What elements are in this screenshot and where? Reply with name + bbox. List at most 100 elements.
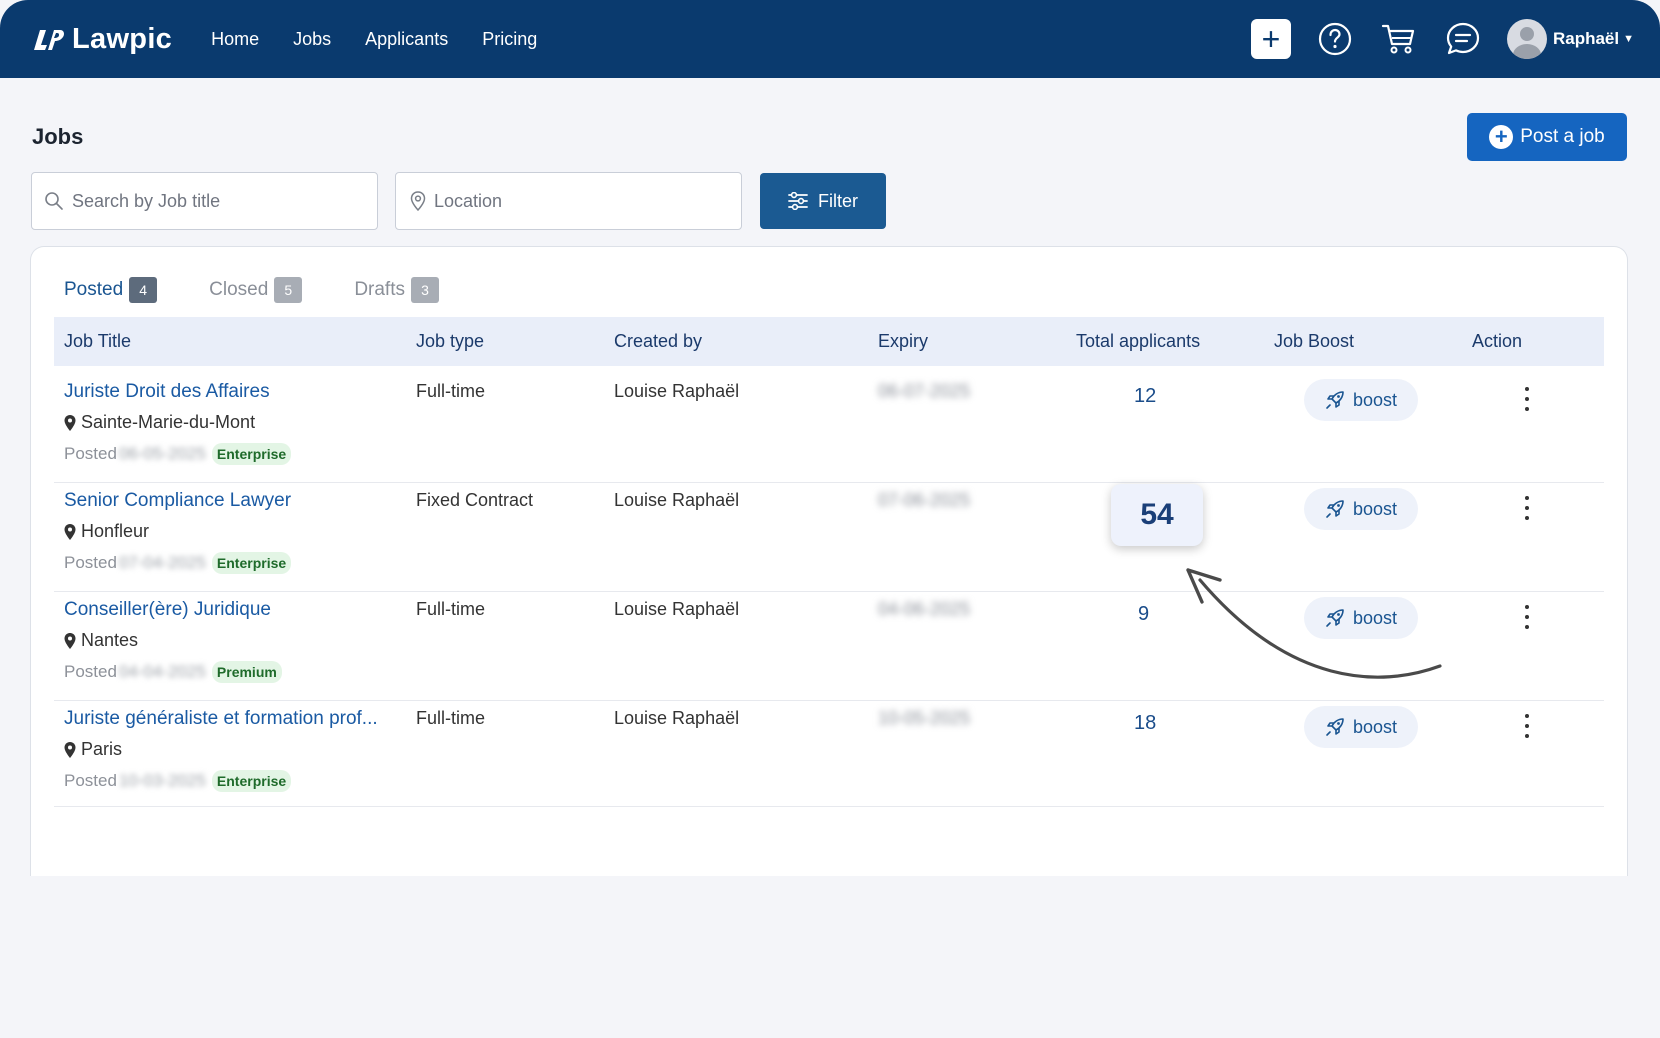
create-button[interactable]: + [1250,19,1291,59]
job-search-input[interactable] [72,173,377,229]
tab-label: Drafts [354,279,405,300]
page-title: Jobs [32,124,84,149]
job-type: Full-time [416,708,486,728]
posted-date: 10-03-2025 [118,771,206,790]
job-posted: Posted 04-04-2025 Premium [64,661,282,683]
tab-drafts[interactable]: Drafts 3 [354,277,439,303]
cart-icon[interactable] [1379,19,1419,59]
col-job-boost[interactable]: Job Boost [1274,331,1354,352]
more-options-icon[interactable] [1517,387,1537,411]
posted-label: Posted [64,771,117,790]
posted-label: Posted [64,553,117,572]
created-by: Louise Raphaël [614,708,740,728]
chat-icon[interactable] [1443,19,1483,59]
col-expiry[interactable]: Expiry [878,331,928,352]
filter-button[interactable]: Filter [760,173,886,229]
location-pin-icon [64,414,76,431]
col-action: Action [1472,331,1523,351]
expiry-date: 04-06-2025 [878,599,971,619]
job-posted: Posted 06-05-2025 Enterprise [64,443,292,465]
more-options-icon[interactable] [1517,605,1537,629]
col-job-type[interactable]: Job type [416,331,484,352]
nav-jobs[interactable]: Jobs [293,29,331,50]
tab-closed[interactable]: Closed 5 [209,277,303,303]
navbar-actions: + Raphaël ▼ [1250,0,1634,78]
location-text: Nantes [81,630,139,650]
annotation-arrow [1186,568,1442,679]
job-search-field [31,172,378,230]
expiry-date: 10-05-2025 [878,708,971,728]
jobs-card: Posted 4 Closed 5 Drafts 3 Job Title Job… [30,246,1628,876]
nav-home[interactable]: Home [211,29,259,50]
col-total-applicants[interactable]: Total applicants [1076,331,1200,352]
boost-button[interactable]: boost [1304,379,1418,421]
location-text: Sainte-Marie-du-Mont [81,412,256,432]
help-icon[interactable] [1315,19,1355,59]
location-pin-icon [64,632,76,649]
user-menu[interactable]: Raphaël ▼ [1506,19,1634,59]
job-title-link[interactable]: Conseiller(ère) Juridique [64,599,271,621]
tab-count-badge: 3 [411,277,439,303]
job-title-link[interactable]: Senior Compliance Lawyer [64,490,291,512]
boost-label: boost [1352,389,1398,410]
sliders-icon [788,192,808,210]
location-text: Paris [81,739,123,759]
location-pin-icon [64,741,76,758]
job-location: Nantes [64,630,138,651]
plan-badge: Premium [211,661,282,683]
col-job-title[interactable]: Job Title [64,331,131,352]
applicants-count-highlight[interactable]: 54 [1111,484,1203,546]
location-input[interactable] [434,173,741,229]
job-title-link[interactable]: Juriste Droit des Affaires [64,381,270,403]
app-name: Lawpic [72,22,173,55]
job-location: Paris [64,739,122,760]
more-options-icon[interactable] [1517,496,1537,520]
posted-date: 06-05-2025 [118,444,206,463]
applicants-count[interactable]: 18 [1134,712,1156,735]
boost-button[interactable]: boost [1304,488,1418,530]
filter-label: Filter [818,190,858,211]
job-location: Sainte-Marie-du-Mont [64,412,255,433]
nav-pricing[interactable]: Pricing [482,29,537,50]
rocket-icon [1326,391,1344,409]
tab-posted[interactable]: Posted 4 [64,277,158,303]
tab-label: Closed [209,279,269,300]
expiry-date: 06-07-2025 [878,381,971,401]
job-posted: Posted 07-04-2025 Enterprise [64,552,292,574]
avatar [1506,19,1547,59]
job-type: Fixed Contract [416,490,534,510]
top-navbar: Lawpic Home Jobs Applicants Pricing + Ra… [0,0,1660,78]
boost-button[interactable]: boost [1304,706,1418,748]
job-type: Full-time [416,599,486,619]
nav-applicants[interactable]: Applicants [365,29,448,50]
tab-label: Posted [64,279,124,300]
location-text: Honfleur [81,521,150,541]
posted-label: Posted [64,662,117,681]
posted-date: 04-04-2025 [118,662,206,681]
applicants-count[interactable]: 12 [1134,385,1156,408]
location-pin-icon [64,523,76,540]
job-type: Full-time [416,381,486,401]
user-name: Raphaël [1552,29,1620,48]
created-by: Louise Raphaël [614,381,740,401]
boost-label: boost [1352,498,1398,519]
tab-count-badge: 4 [129,277,158,303]
more-options-icon[interactable] [1517,714,1537,738]
post-job-button[interactable]: + Post a job [1467,113,1627,161]
col-created-by[interactable]: Created by [614,331,702,352]
plan-badge: Enterprise [211,443,292,465]
posted-label: Posted [64,444,117,463]
lawpic-logo-icon [34,30,64,50]
plus-circle-icon: + [1489,125,1514,149]
tab-count-badge: 5 [274,277,303,303]
job-status-tabs: Posted 4 Closed 5 Drafts 3 [64,277,491,303]
logo[interactable]: Lawpic [30,23,172,56]
location-field [395,172,742,230]
expiry-date: 07-06-2025 [878,490,971,510]
main-nav: Home Jobs Applicants Pricing [194,29,554,50]
rocket-icon [1326,500,1344,518]
job-location: Honfleur [64,521,149,542]
location-pin-icon [410,191,426,211]
applicants-count[interactable]: 9 [1138,603,1149,626]
job-title-link[interactable]: Juriste généraliste et formation prof... [64,708,378,730]
